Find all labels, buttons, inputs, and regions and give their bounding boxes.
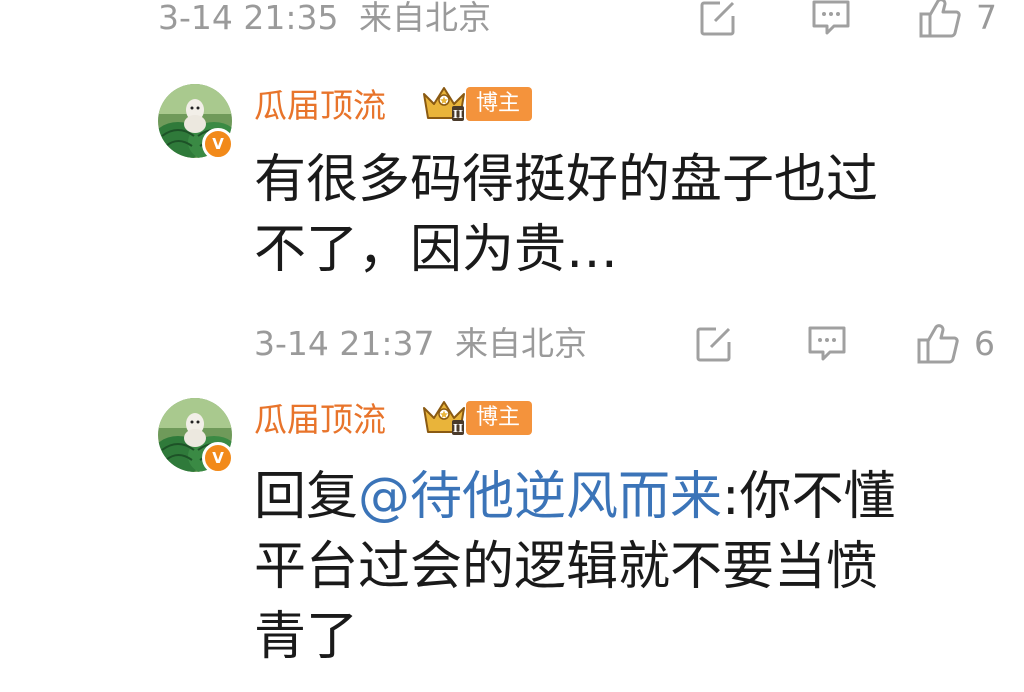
- reply-rest: :你不懂: [722, 467, 896, 527]
- comment-line: 不了，因为贵…: [254, 220, 619, 280]
- like-button[interactable]: 6: [916, 322, 995, 366]
- comment-line: 有很多码得挺好的盘子也过: [254, 150, 879, 210]
- comment-icon: [812, 0, 850, 35]
- edit-share-icon: [700, 1, 735, 36]
- blogger-tag: 博主: [466, 401, 533, 435]
- comment-timestamp: 3-14 21:37 来自北京: [254, 322, 587, 366]
- username[interactable]: 瓜届顶流: [254, 84, 386, 128]
- mention-link[interactable]: @待他逆风而来: [358, 467, 722, 527]
- comment-thread: 3-14 21:35 来自北京 7 V 瓜届顶流 II 博主 有很多码得挺好的盘…: [0, 0, 1024, 692]
- thumbs-up-icon: [917, 324, 959, 364]
- crown-level-2-badge: II: [423, 401, 465, 435]
- comment-line: 平台过会的逻辑就不要当愤: [254, 537, 879, 597]
- location-text: 来自北京: [455, 324, 587, 363]
- reply-prefix: 回复: [254, 467, 359, 527]
- share-button[interactable]: [698, 0, 738, 40]
- reply-button[interactable]: [810, 0, 852, 40]
- avatar[interactable]: V: [158, 398, 234, 474]
- like-button[interactable]: 7: [918, 0, 997, 40]
- username[interactable]: 瓜届顶流: [254, 398, 386, 442]
- comment-line: 回复@待他逆风而来:你不懂: [254, 462, 896, 532]
- verified-v-badge: V: [202, 442, 234, 474]
- like-count: 7: [976, 0, 997, 37]
- location-text: 来自北京: [359, 0, 491, 37]
- comment-icon: [808, 326, 846, 361]
- comment-meta-row: 3-14 21:37 来自北京 6: [0, 322, 1024, 366]
- comment-line: 青了: [254, 607, 359, 667]
- reply-button[interactable]: [806, 322, 848, 366]
- comment-meta-row: 3-14 21:35 来自北京 7: [0, 0, 1024, 40]
- blogger-tag: 博主: [466, 87, 533, 121]
- timestamp-text: 3-14 21:37: [254, 324, 435, 363]
- share-button[interactable]: [694, 322, 734, 366]
- svg-text:II: II: [453, 422, 463, 435]
- comment-body: 有很多码得挺好的盘子也过 不了，因为贵…: [254, 145, 878, 285]
- thumbs-up-icon: [919, 0, 961, 38]
- crown-level-2-badge: II: [423, 87, 465, 121]
- comment-body: 回复@待他逆风而来:你不懂 平台过会的逻辑就不要当愤 青了: [254, 462, 896, 672]
- timestamp-text: 3-14 21:35: [158, 0, 339, 37]
- comment-timestamp: 3-14 21:35 来自北京: [158, 0, 491, 40]
- verified-v-badge: V: [202, 128, 234, 160]
- svg-text:II: II: [453, 108, 463, 121]
- edit-share-icon: [696, 327, 731, 362]
- avatar[interactable]: V: [158, 84, 234, 160]
- like-count: 6: [974, 324, 995, 363]
